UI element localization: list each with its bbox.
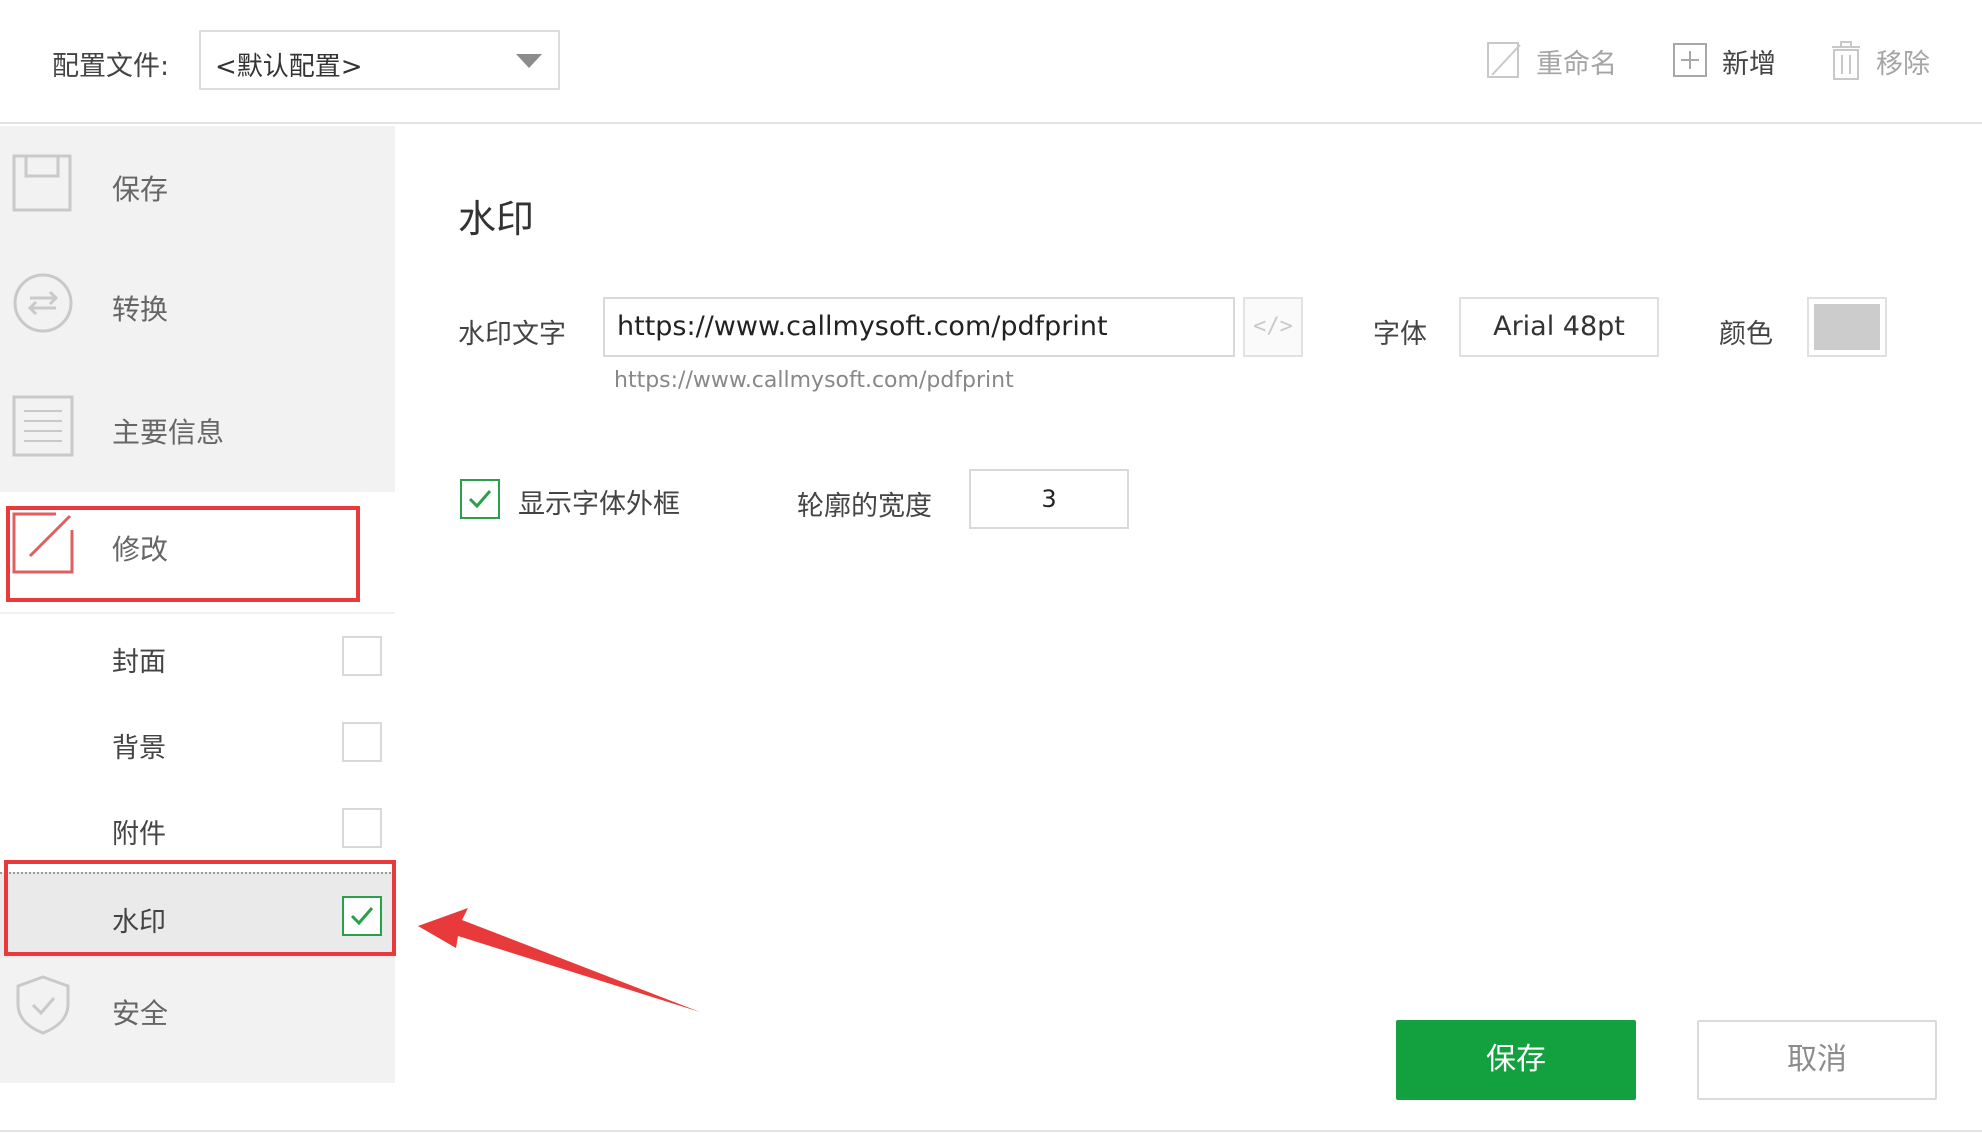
- rename-icon: [1487, 42, 1521, 78]
- trash-icon: [1832, 41, 1860, 80]
- profile-dropdown[interactable]: <默认配置>: [199, 30, 560, 90]
- watermark-text-label: 水印文字: [458, 319, 566, 350]
- profile-label: 配置文件:: [52, 51, 170, 82]
- font-label: 字体: [1373, 319, 1427, 350]
- remove-button[interactable]: 移除: [1828, 38, 1930, 84]
- profile-dropdown-value: <默认配置>: [215, 52, 363, 82]
- watermark-text-input[interactable]: https://www.callmysoft.com/pdfprint: [603, 297, 1235, 357]
- sidebar-item-save[interactable]: 保存: [0, 126, 395, 246]
- plus-icon: [1673, 43, 1707, 77]
- save-button[interactable]: 保存: [1396, 1020, 1636, 1100]
- color-swatch: [1814, 304, 1880, 350]
- sidebar-item-label: 保存: [112, 173, 169, 206]
- convert-icon: [13, 273, 73, 333]
- sidebar-item-info[interactable]: 主要信息: [0, 369, 395, 489]
- check-icon: [468, 490, 492, 509]
- shield-icon: [16, 975, 70, 1035]
- background-checkbox[interactable]: [342, 722, 382, 762]
- save-icon: [12, 154, 72, 212]
- color-label: 颜色: [1719, 319, 1773, 350]
- outline-width-label: 轮廓的宽度: [797, 491, 932, 522]
- sidebar-item-label: 转换: [112, 293, 169, 326]
- show-outline-checkbox[interactable]: [460, 479, 500, 519]
- sidebar-item-convert[interactable]: 转换: [0, 246, 395, 366]
- highlight-box-watermark: [4, 860, 396, 956]
- dropdown-arrow-icon: [516, 54, 542, 68]
- sidebar-item-label: 主要信息: [112, 416, 225, 449]
- new-label: 新增: [1722, 48, 1776, 80]
- remove-label: 移除: [1876, 48, 1930, 80]
- sub-item-cover[interactable]: 封面: [0, 614, 395, 700]
- attachment-checkbox[interactable]: [342, 808, 382, 848]
- new-button[interactable]: 新增: [1672, 38, 1776, 84]
- highlight-box-modify: [6, 506, 360, 602]
- annotation-arrow-icon: [418, 908, 700, 1012]
- watermark-preview: https://www.callmysoft.com/pdfprint: [614, 368, 1014, 393]
- top-toolbar: 配置文件: <默认配置> 重命名 新增 移除: [0, 0, 1982, 124]
- bottom-divider: [0, 1130, 1982, 1132]
- sub-item-background[interactable]: 背景: [0, 700, 395, 786]
- show-outline-label: 显示字体外框: [518, 489, 680, 520]
- sub-item-label: 附件: [112, 819, 166, 850]
- outline-width-input[interactable]: 3: [969, 469, 1129, 529]
- sidebar-item-label: 安全: [112, 997, 169, 1030]
- color-picker[interactable]: [1807, 297, 1887, 357]
- cover-checkbox[interactable]: [342, 636, 382, 676]
- cancel-button[interactable]: 取消: [1697, 1020, 1937, 1100]
- rename-button[interactable]: 重命名: [1486, 38, 1617, 84]
- sidebar-item-security[interactable]: 安全: [0, 958, 395, 1078]
- page-title: 水印: [458, 197, 535, 241]
- info-list-icon: [12, 395, 74, 457]
- font-picker[interactable]: Arial 48pt: [1459, 297, 1659, 357]
- sub-item-label: 背景: [112, 733, 166, 764]
- insert-code-button[interactable]: </>: [1243, 297, 1303, 357]
- rename-label: 重命名: [1536, 48, 1617, 80]
- sub-item-label: 封面: [112, 647, 166, 678]
